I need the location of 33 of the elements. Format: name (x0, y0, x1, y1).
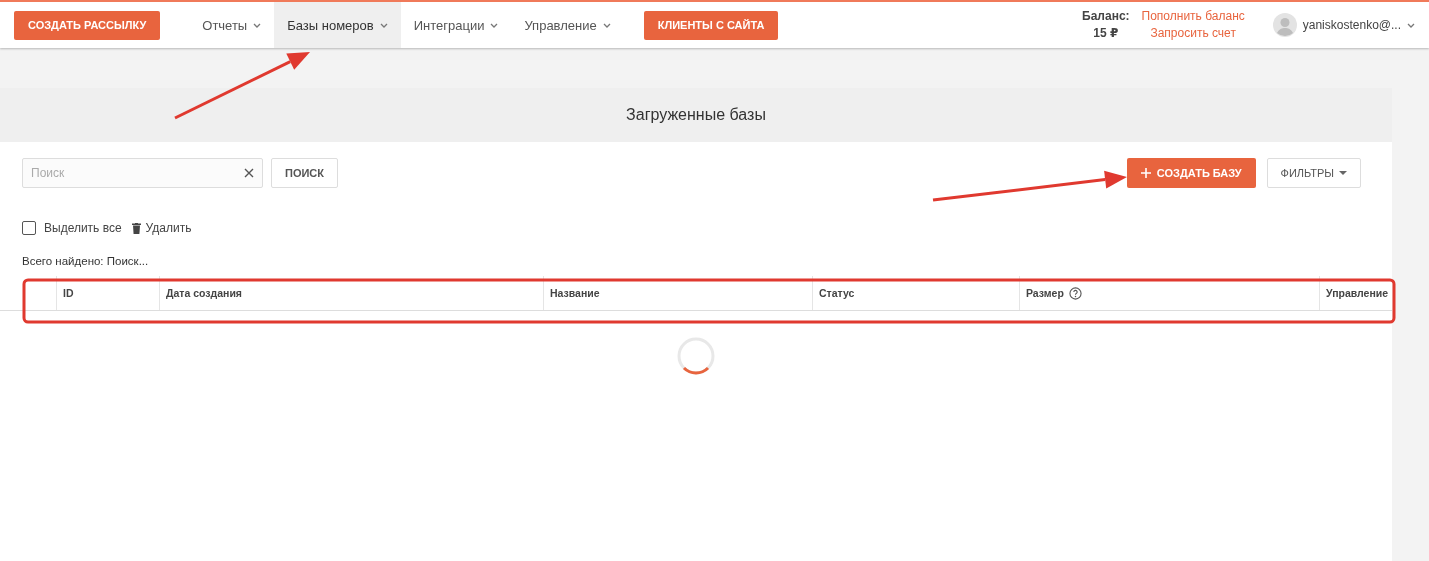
help-icon (1068, 286, 1082, 300)
user-menu[interactable]: yaniskostenko@... (1272, 13, 1415, 37)
nav-tab[interactable]: Отчеты (189, 2, 275, 48)
search-button[interactable]: ПОИСК (271, 158, 339, 188)
caret-icon (379, 22, 388, 28)
nav-tab[interactable]: Базы номеров (274, 2, 401, 48)
column-header: ID (63, 287, 74, 299)
balance-label: Баланс: (1082, 8, 1130, 25)
trash-icon (131, 222, 141, 234)
caret-icon (253, 22, 262, 28)
caret-icon (1339, 171, 1347, 175)
column-header: Статус (819, 287, 855, 299)
column-header: Название (550, 287, 600, 299)
plus-icon (1140, 168, 1151, 178)
user-name: yaniskostenko@... (1302, 18, 1401, 32)
select-all-label[interactable]: Выделить все (44, 221, 122, 235)
filters-button[interactable]: ФИЛЬТРЫ (1266, 158, 1361, 188)
column-header: Размер (1026, 287, 1064, 299)
close-icon (244, 168, 254, 178)
balance-amount: 15 ₽ (1093, 25, 1119, 42)
nav-tab[interactable]: Интеграции (400, 2, 512, 48)
avatar-icon (1272, 13, 1297, 37)
total-count: Всего найдено: Поиск... (22, 255, 150, 267)
column-header: Дата создания (166, 287, 242, 299)
checkbox[interactable] (22, 221, 36, 235)
nav-tab[interactable]: Управление (511, 2, 624, 48)
search-field[interactable]: Поиск (22, 158, 263, 188)
page-title: Загруженные базы (626, 106, 766, 124)
delete-button[interactable]: Удалить (131, 221, 192, 235)
column-header: Управление (1326, 287, 1389, 299)
caret-icon (602, 22, 611, 28)
caret-icon (1407, 22, 1415, 28)
caret-icon (490, 22, 499, 28)
